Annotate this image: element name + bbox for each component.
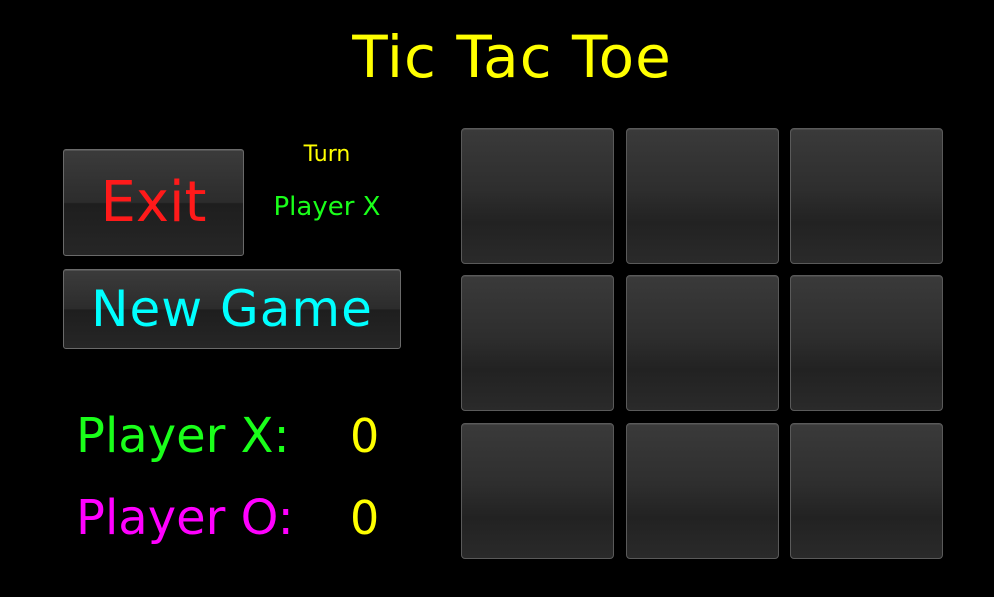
- game-title: Tic Tac Toe: [352, 23, 672, 91]
- player-o-score-label: Player O:: [76, 490, 294, 546]
- player-o-score-value: 0: [350, 491, 380, 545]
- board-cell-7[interactable]: [461, 423, 614, 559]
- board-cell-6[interactable]: [790, 275, 943, 411]
- board-cell-5[interactable]: [626, 275, 779, 411]
- turn-label: Turn: [303, 142, 351, 167]
- current-turn-player: Player X: [273, 192, 381, 222]
- exit-button[interactable]: Exit: [63, 149, 244, 256]
- board-cell-2[interactable]: [626, 128, 779, 264]
- game-board: [461, 128, 944, 559]
- board-cell-1[interactable]: [461, 128, 614, 264]
- board-cell-4[interactable]: [461, 275, 614, 411]
- new-game-button-label: New Game: [91, 280, 373, 338]
- player-x-score-label: Player X:: [76, 408, 290, 464]
- player-x-score-value: 0: [350, 409, 380, 463]
- exit-button-label: Exit: [100, 170, 207, 235]
- board-cell-3[interactable]: [790, 128, 943, 264]
- board-cell-8[interactable]: [626, 423, 779, 559]
- board-cell-9[interactable]: [790, 423, 943, 559]
- new-game-button[interactable]: New Game: [63, 269, 401, 349]
